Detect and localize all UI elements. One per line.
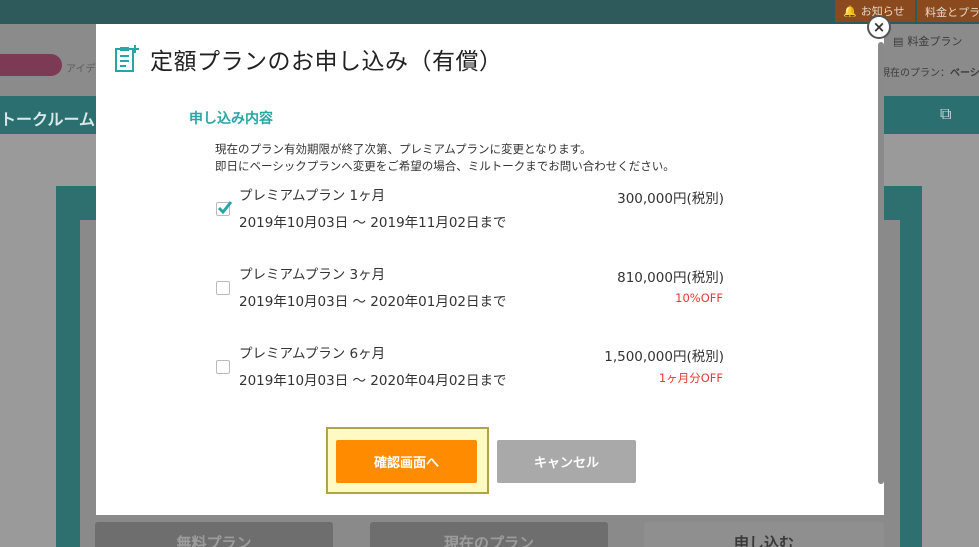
logo: [0, 54, 62, 76]
pricing-link[interactable]: ▤ 料金プラン: [893, 33, 962, 49]
confirm-button[interactable]: 確認画面へ: [336, 440, 477, 483]
cancel-button[interactable]: キャンセル: [497, 440, 636, 483]
modal-scrollbar[interactable]: [878, 42, 884, 484]
top-bar: [0, 0, 979, 24]
plan-period: 2019年10月03日 〜 2020年01月02日まで: [239, 294, 507, 310]
pricing-link-label: 料金プラン: [907, 35, 963, 48]
plan-name: プレミアムプラン 1ヶ月: [239, 188, 386, 204]
close-icon: ×: [872, 17, 886, 36]
current-plan-button[interactable]: 現在のプラン: [370, 522, 608, 547]
logo-text: アイデ: [66, 64, 96, 75]
plan-option-3month[interactable]: プレミアムプラン 3ヶ月 2019年10月03日 〜 2020年01月02日まで…: [215, 263, 825, 319]
add-document-icon: [115, 45, 139, 72]
plan-name: プレミアムプラン 6ヶ月: [239, 346, 386, 362]
plan-name: プレミアムプラン 3ヶ月: [239, 267, 386, 283]
section-heading: 申し込み内容: [189, 111, 273, 127]
notice-line: 現在のプラン有効期限が終了次第、プレミアムプランに変更となります。: [215, 142, 592, 156]
current-plan-label: 現在のプラン：: [880, 68, 950, 79]
plan-link-button[interactable]: 料金とプラ: [917, 0, 979, 22]
document-icon: ▤: [893, 34, 904, 48]
plan-checkbox[interactable]: [216, 201, 233, 216]
plan-option-6month[interactable]: プレミアムプラン 6ヶ月 2019年10月03日 〜 2020年04月02日まで…: [215, 342, 825, 398]
close-button[interactable]: ×: [867, 15, 891, 39]
notice-line: 即日にベーシックプランへ変更をご希望の場合、ミルトークまでお問い合わせください。: [215, 159, 675, 173]
talkroom-label[interactable]: トークルーム: [0, 106, 95, 130]
plan-price: 300,000円(税別): [617, 191, 724, 207]
checkmark-icon: [217, 201, 233, 215]
plan-discount: 10%OFF: [675, 291, 723, 305]
plan-checkbox[interactable]: [216, 281, 230, 295]
plan-period: 2019年10月03日 〜 2019年11月02日まで: [239, 215, 507, 231]
subscription-modal: 定額プランのお申し込み（有償） 申し込み内容 現在のプラン有効期限が終了次第、プ…: [96, 24, 884, 515]
apply-button[interactable]: 申し込む: [644, 522, 884, 547]
modal-header: 定額プランのお申し込み（有償）: [114, 42, 503, 76]
plan-checkbox[interactable]: [216, 360, 230, 374]
bell-icon: 🔔: [843, 4, 857, 18]
plan-option-1month[interactable]: プレミアムプラン 1ヶ月 2019年10月03日 〜 2019年11月02日まで…: [215, 184, 825, 240]
plan-price: 810,000円(税別): [617, 270, 724, 286]
plan-discount: 1ヶ月分OFF: [658, 371, 723, 385]
plan-price: 1,500,000円(税別): [604, 349, 724, 365]
confirm-button-highlight: 確認画面へ: [326, 427, 489, 494]
current-plan-value: ベーシッ: [950, 68, 979, 79]
free-plan-button[interactable]: 無料プラン: [95, 522, 333, 547]
copy-icon[interactable]: ⧉: [940, 104, 960, 124]
plan-period: 2019年10月03日 〜 2020年04月02日まで: [239, 373, 507, 389]
modal-title: 定額プランのお申し込み（有償）: [150, 49, 503, 75]
current-plan-info: 現在のプラン：ベーシッ: [880, 64, 979, 79]
notice-text: 現在のプラン有効期限が終了次第、プレミアムプランに変更となります。 即日にベーシ…: [215, 141, 675, 175]
